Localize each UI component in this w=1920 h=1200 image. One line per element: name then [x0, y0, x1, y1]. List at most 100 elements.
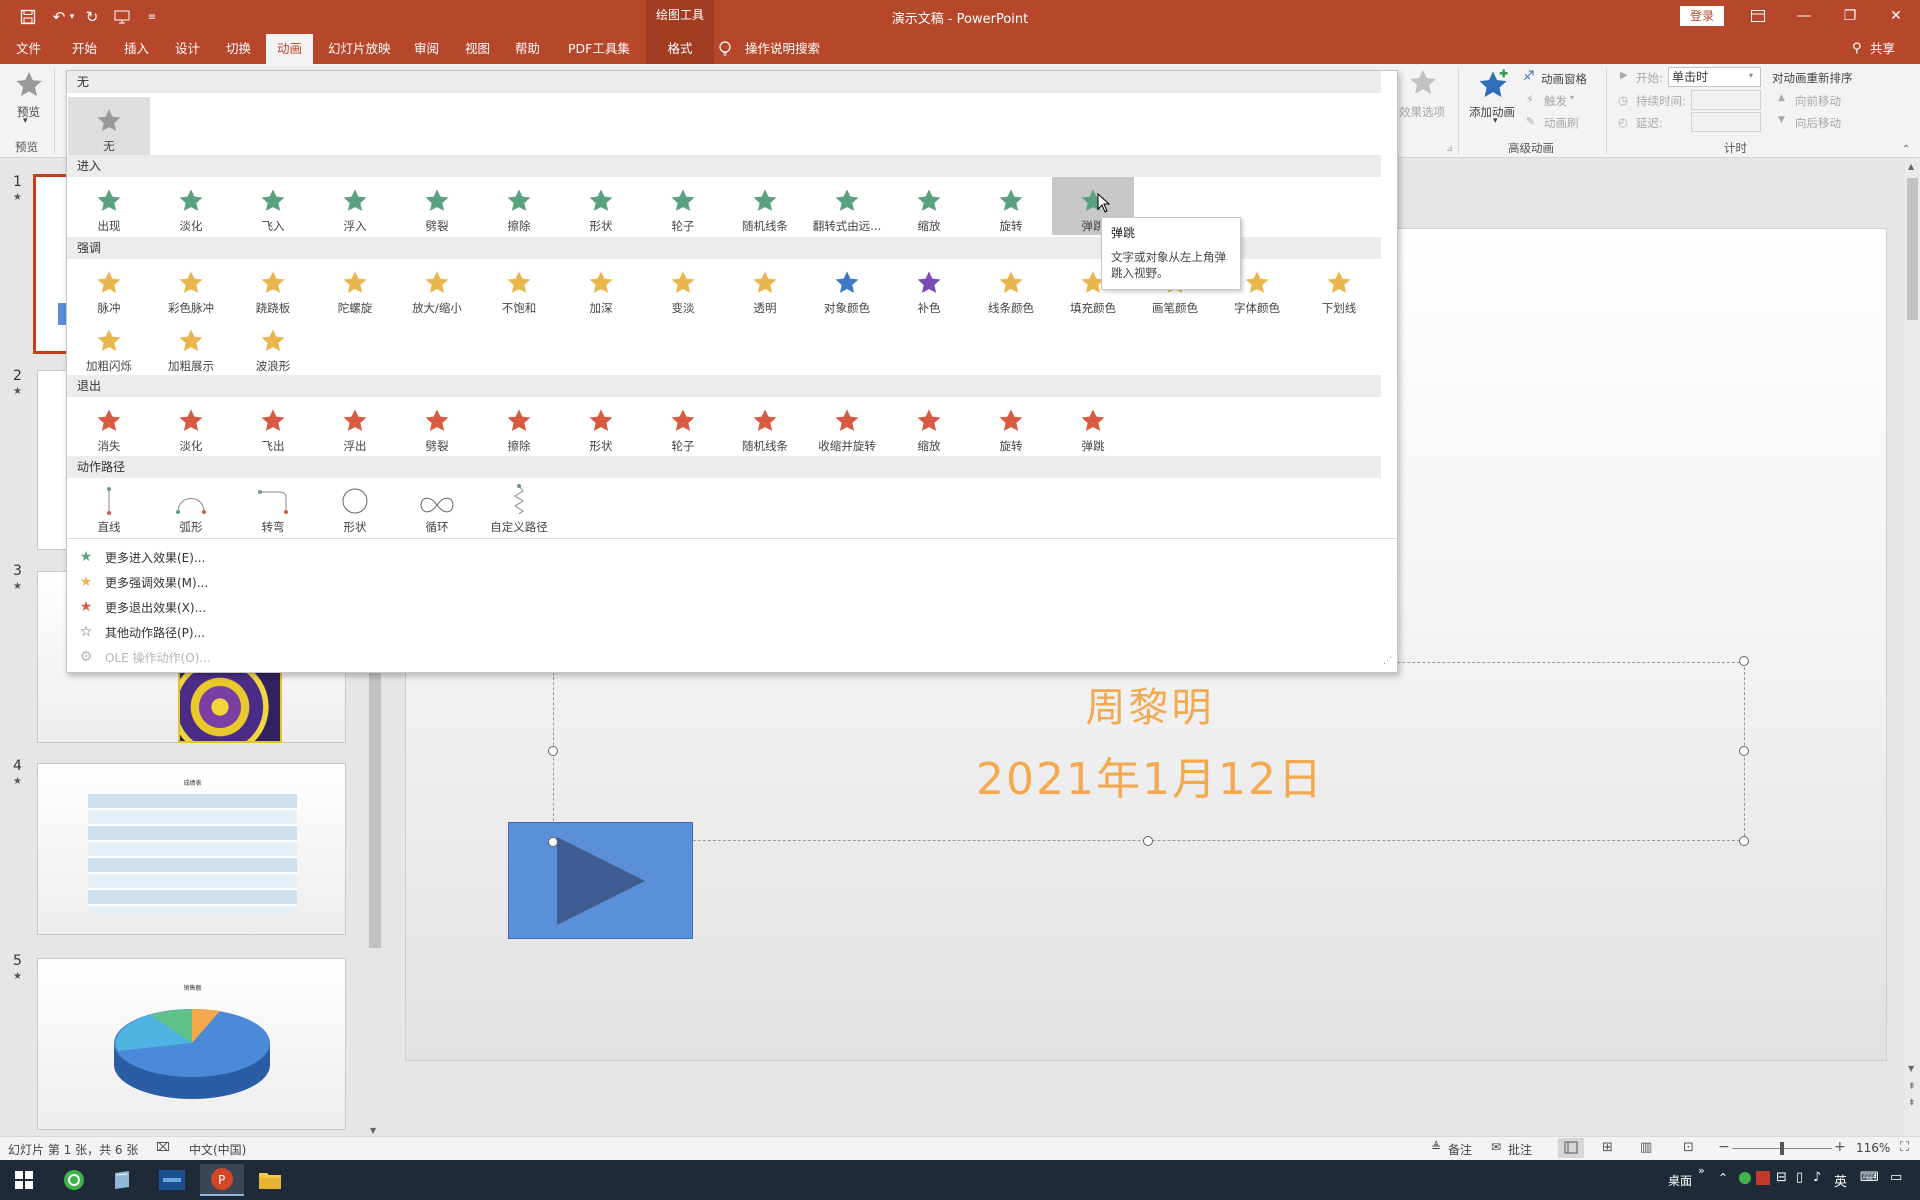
tab-file[interactable]: 文件 [8, 34, 49, 64]
login-button[interactable]: 登录 [1680, 6, 1724, 26]
previous-slide-icon[interactable]: ⇞ [1908, 1082, 1916, 1092]
toolbar-expand-icon[interactable]: » [1698, 1164, 1705, 1177]
comments-icon[interactable]: ✉ [1491, 1140, 1501, 1154]
tray-app-icon-2[interactable] [1756, 1171, 1770, 1185]
show-hidden-icons-icon[interactable]: ⌃ [1718, 1171, 1728, 1185]
entrance-effect-item[interactable]: 擦除 [478, 177, 560, 235]
exit-effect-item[interactable]: 弹跳 [1052, 397, 1134, 455]
zoom-out-icon[interactable]: − [1718, 1139, 1730, 1155]
add-animation-icon[interactable] [1477, 68, 1509, 100]
animation-pane-icon[interactable]: ♐ [1523, 69, 1535, 84]
effect-options-button[interactable]: 效果选项 [1399, 104, 1445, 120]
trigger-button[interactable]: 触发 [1544, 93, 1567, 109]
motion-path-item[interactable]: 弧形 [150, 478, 232, 536]
emphasis-effect-item[interactable]: 加粗闪烁 [68, 317, 150, 375]
comments-button[interactable]: 批注 [1508, 1141, 1532, 1158]
restore-icon[interactable]: ❐ [1827, 0, 1873, 32]
tab-design[interactable]: 设计 [167, 34, 208, 64]
slide-thumbnail-2[interactable] [37, 370, 66, 550]
emphasis-effect-item[interactable]: 陀螺旋 [314, 259, 396, 317]
input-method-indicator[interactable]: 英 [1834, 1171, 1847, 1190]
entrance-effect-item[interactable]: 飞入 [232, 177, 314, 235]
subtitle-placeholder[interactable]: 周黎明 2021年1月12日 [553, 662, 1745, 841]
battery-icon[interactable]: ▯ [1796, 1170, 1803, 1185]
desktop-toolbar[interactable]: 桌面 [1668, 1172, 1692, 1189]
effect-options-icon[interactable] [1408, 68, 1438, 98]
exit-effect-item[interactable]: 旋转 [970, 397, 1052, 455]
exit-effect-item[interactable]: 形状 [560, 397, 642, 455]
reading-view-icon[interactable]: ▥ [1640, 1140, 1652, 1155]
trigger-dropdown-icon[interactable]: ▾ [1570, 93, 1574, 102]
more-motion-paths-item[interactable]: ☆ 其他动作路径(P)... [77, 621, 205, 643]
slide-thumbnail-1[interactable] [33, 174, 66, 354]
motion-path-item[interactable]: 形状 [314, 478, 396, 536]
zoom-level[interactable]: 116% [1856, 1141, 1890, 1155]
ole-action-verbs-item[interactable]: ⚙ OLE 操作动作(O)... [77, 646, 211, 668]
exit-effect-item[interactable]: 劈裂 [396, 397, 478, 455]
resize-handle[interactable] [1739, 656, 1749, 666]
emphasis-effect-item[interactable]: 不饱和 [478, 259, 560, 317]
notes-icon[interactable]: ≜ [1431, 1140, 1441, 1154]
powerpoint-taskbar-icon[interactable]: P [200, 1164, 244, 1196]
tray-app-icon[interactable] [1738, 1171, 1752, 1185]
motion-path-item[interactable]: 转弯 [232, 478, 314, 536]
resize-handle[interactable] [548, 746, 558, 756]
emphasis-effect-item[interactable]: 透明 [724, 259, 806, 317]
delay-input[interactable] [1691, 112, 1761, 132]
green-app-icon[interactable] [52, 1164, 96, 1196]
move-earlier-icon[interactable]: ▲ [1778, 93, 1785, 103]
trigger-icon[interactable]: ⚡ [1526, 93, 1534, 106]
duration-input[interactable] [1691, 90, 1761, 110]
exit-effect-item[interactable]: 轮子 [642, 397, 724, 455]
entrance-effect-item[interactable]: 缩放 [888, 177, 970, 235]
collapse-ribbon-icon[interactable]: ⌃ [1902, 144, 1910, 155]
tab-slideshow[interactable]: 幻灯片放映 [320, 34, 399, 64]
exit-effect-item[interactable]: 收缩并旋转 [806, 397, 888, 455]
windows-start-icon[interactable] [2, 1164, 46, 1196]
entrance-effect-item[interactable]: 淡化 [150, 177, 232, 235]
entrance-effect-item[interactable]: 随机线条 [724, 177, 806, 235]
resize-handle[interactable] [1143, 836, 1153, 846]
tab-review[interactable]: 审阅 [406, 34, 447, 64]
resize-handle[interactable] [548, 837, 558, 847]
tab-insert[interactable]: 插入 [116, 34, 157, 64]
exit-effect-item[interactable]: 消失 [68, 397, 150, 455]
scroll-up-icon[interactable]: ▲ [1908, 162, 1914, 171]
preview-star-icon[interactable] [14, 70, 44, 100]
gallery-resize-grip-icon[interactable]: ⋰ [1383, 656, 1392, 666]
dialog-launcher-icon[interactable]: ⊿ [1446, 144, 1453, 153]
zoom-in-icon[interactable]: + [1834, 1139, 1846, 1155]
entrance-effect-item[interactable]: 劈裂 [396, 177, 478, 235]
emphasis-effect-item[interactable]: 放大/缩小 [396, 259, 478, 317]
notebook-app-icon[interactable] [100, 1164, 144, 1196]
tab-format[interactable]: 格式 [646, 34, 714, 64]
emphasis-effect-item[interactable]: 对象颜色 [806, 259, 888, 317]
emphasis-effect-item[interactable]: 下划线 [1298, 259, 1380, 317]
animation-painter-icon[interactable]: ✎ [1526, 115, 1535, 128]
motion-path-item[interactable]: 自定义路径 [478, 478, 560, 536]
ribbon-display-options-icon[interactable] [1735, 0, 1781, 32]
add-animation-dropdown-icon[interactable]: ▾ [1493, 116, 1498, 126]
zoom-slider-thumb[interactable] [1780, 1142, 1784, 1155]
move-later-icon[interactable]: ▼ [1778, 115, 1785, 125]
motion-path-item[interactable]: 直线 [68, 478, 150, 536]
preview-dropdown-icon[interactable]: ▾ [23, 116, 28, 126]
normal-view-icon[interactable] [1558, 1138, 1584, 1158]
fit-slide-icon[interactable]: ⛶ [1900, 1140, 1909, 1155]
exit-effect-item[interactable]: 缩放 [888, 397, 970, 455]
volume-icon[interactable]: ♪ [1813, 1170, 1821, 1185]
slide-sorter-icon[interactable]: ⊞ [1602, 1140, 1613, 1155]
exit-effect-item[interactable]: 擦除 [478, 397, 560, 455]
spelling-icon[interactable]: ⌧ [156, 1140, 170, 1154]
entrance-effect-item[interactable]: 出现 [68, 177, 150, 235]
tab-home[interactable]: 开始 [64, 34, 105, 64]
file-explorer-icon[interactable] [248, 1164, 292, 1196]
emphasis-effect-item[interactable]: 变淡 [642, 259, 724, 317]
tab-help[interactable]: 帮助 [507, 34, 548, 64]
entrance-effect-item[interactable]: 旋转 [970, 177, 1052, 235]
exit-effect-item[interactable]: 随机线条 [724, 397, 806, 455]
canvas-scrollbar-thumb[interactable] [1907, 178, 1918, 320]
emphasis-effect-item[interactable]: 波浪形 [232, 317, 314, 375]
slideshow-view-icon[interactable]: ⊡ [1683, 1140, 1694, 1155]
move-earlier-button[interactable]: 向前移动 [1795, 93, 1841, 109]
